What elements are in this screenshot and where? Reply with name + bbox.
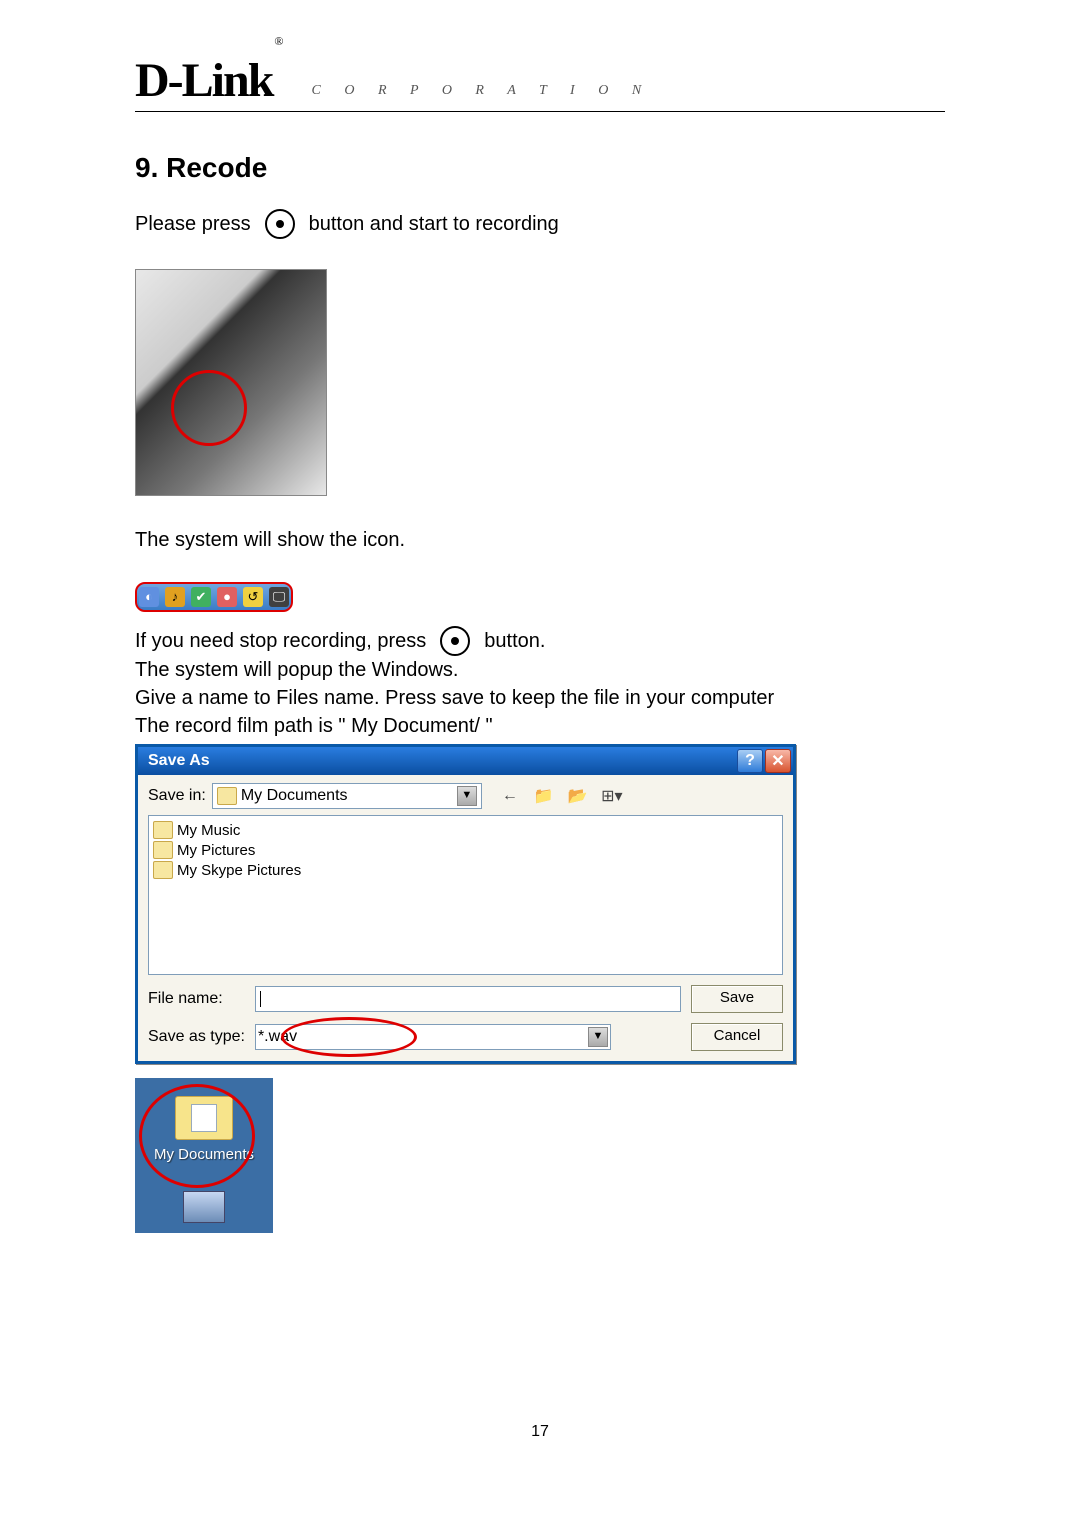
text-path: The record film path is " My Document/ " xyxy=(135,712,945,740)
text-give-name: Give a name to Files name. Press save to… xyxy=(135,684,945,712)
text-stop-prefix: If you need stop recording, press xyxy=(135,627,426,655)
save-in-select[interactable]: My Documents ▼ xyxy=(212,783,482,809)
text-stop-suffix: button. xyxy=(484,627,545,655)
file-list[interactable]: My Music My Pictures My Skype Pictures xyxy=(148,815,783,975)
list-item[interactable]: My Pictures xyxy=(153,840,778,860)
chevron-down-icon[interactable]: ▼ xyxy=(457,786,477,806)
dialog-titlebar: Save As ? ✕ xyxy=(138,747,793,775)
tray-icon: ◐ xyxy=(139,587,159,607)
list-item[interactable]: My Skype Pictures xyxy=(153,860,778,880)
back-icon[interactable]: ← xyxy=(498,785,522,807)
file-name-input[interactable] xyxy=(255,986,681,1012)
save-in-label: Save in: xyxy=(148,787,206,805)
systray-icons: ◐ ♪ ✔ ● ↺ 🖵 xyxy=(135,582,293,612)
up-folder-icon[interactable]: 📁 xyxy=(532,785,556,807)
help-button[interactable]: ? xyxy=(737,749,763,773)
tray-icon: ↺ xyxy=(243,587,263,607)
folder-icon xyxy=(153,841,173,859)
tray-icon: ✔ xyxy=(191,587,211,607)
document-icon xyxy=(191,1104,217,1132)
list-item[interactable]: My Music xyxy=(153,820,778,840)
corporation-label: C O R P O R A T I O N xyxy=(312,83,652,105)
save-as-type-label: Save as type: xyxy=(148,1028,245,1046)
tray-icon: ● xyxy=(217,587,237,607)
save-in-value: My Documents xyxy=(241,787,348,805)
record-icon xyxy=(440,626,470,656)
my-documents-icon[interactable] xyxy=(175,1096,233,1140)
view-menu-icon[interactable]: ⊞▾ xyxy=(600,785,624,807)
tray-icon: ♪ xyxy=(165,587,185,607)
brand-header: D-Link® C O R P O R A T I O N xyxy=(135,50,945,112)
section-title: 9. Recode xyxy=(135,152,945,184)
close-button[interactable]: ✕ xyxy=(765,749,791,773)
text-show-icon: The system will show the icon. xyxy=(135,526,945,554)
page-number: 17 xyxy=(135,1423,945,1441)
text-press-prefix: Please press xyxy=(135,210,251,238)
chevron-down-icon[interactable]: ▼ xyxy=(588,1027,608,1047)
registered-icon: ® xyxy=(274,34,281,48)
folder-icon xyxy=(153,861,173,879)
new-folder-icon[interactable]: 📂 xyxy=(566,785,590,807)
dlink-logo: D-Link® xyxy=(135,57,282,105)
tray-icon: 🖵 xyxy=(269,587,289,607)
text-press-suffix: button and start to recording xyxy=(309,210,559,238)
record-icon xyxy=(265,209,295,239)
cancel-button[interactable]: Cancel xyxy=(691,1023,783,1051)
my-documents-label: My Documents xyxy=(154,1146,254,1163)
device-photo xyxy=(135,269,327,496)
folder-icon xyxy=(153,821,173,839)
save-as-type-select[interactable]: *.wav ▼ xyxy=(255,1024,611,1050)
folder-icon xyxy=(217,787,237,805)
save-button[interactable]: Save xyxy=(691,985,783,1013)
text-popup: The system will popup the Windows. xyxy=(135,656,945,684)
file-name-label: File name: xyxy=(148,990,245,1008)
highlight-circle-icon xyxy=(171,370,247,446)
text-cursor-icon xyxy=(260,991,261,1007)
save-as-dialog: Save As ? ✕ Save in: My Documents ▼ ← 📁 … xyxy=(135,744,796,1064)
desktop-icon-block: My Documents xyxy=(135,1078,273,1233)
secondary-desktop-icon xyxy=(183,1191,225,1223)
dialog-title: Save As xyxy=(148,752,210,770)
